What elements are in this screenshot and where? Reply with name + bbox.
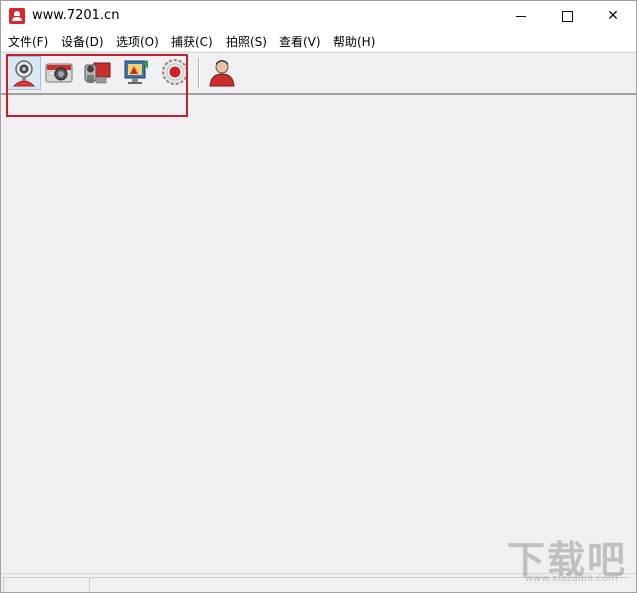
menu-options[interactable]: 选项(O) <box>116 33 159 50</box>
menu-capture[interactable]: 捕获(C) <box>171 33 213 50</box>
minimize-icon <box>516 15 526 17</box>
app-window: www.7201.cn ✕ 文件(F) 设备(D) 选项(O) 捕获(C) 拍照… <box>0 0 637 593</box>
menu-view[interactable]: 查看(V) <box>279 33 321 50</box>
toolbar-separator <box>198 58 200 88</box>
user-button[interactable] <box>206 56 240 90</box>
menu-device[interactable]: 设备(D) <box>61 33 104 50</box>
user-icon <box>209 60 235 87</box>
title-bar[interactable]: www.7201.cn ✕ <box>1 1 636 31</box>
menu-help[interactable]: 帮助(H) <box>333 33 375 50</box>
status-pane-1 <box>3 577 87 591</box>
menu-file[interactable]: 文件(F) <box>8 33 48 50</box>
window-title: www.7201.cn <box>32 8 120 23</box>
close-icon: ✕ <box>607 8 619 24</box>
preview-area <box>1 95 636 573</box>
close-button[interactable]: ✕ <box>590 1 636 31</box>
watermark: 下载吧 www.xiazaiba.com <box>501 529 631 587</box>
maximize-icon <box>561 10 573 22</box>
menu-bar: 文件(F) 设备(D) 选项(O) 捕获(C) 拍照(S) 查看(V) 帮助(H… <box>1 31 636 51</box>
minimize-button[interactable] <box>498 1 544 31</box>
maximize-button[interactable] <box>544 1 590 31</box>
menu-snapshot[interactable]: 拍照(S) <box>226 33 267 50</box>
app-logo-icon <box>9 8 25 24</box>
watermark-url: www.xiazaiba.com <box>525 573 618 584</box>
highlight-box <box>6 54 188 117</box>
